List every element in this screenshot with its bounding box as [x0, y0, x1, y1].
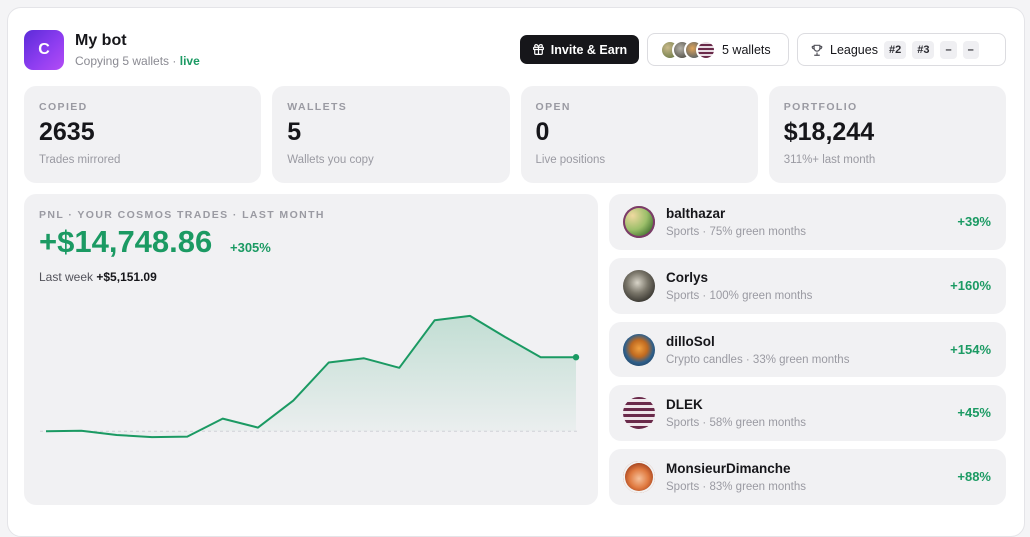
wallet-percent: +45% — [957, 405, 991, 421]
header: C My bot Copying 5 wallets · live Invite… — [24, 28, 1006, 72]
pnl-percent: +305% — [230, 240, 271, 255]
stat-value: 2635 — [39, 118, 95, 146]
wallet-avatar-stack — [660, 39, 716, 60]
league-pill[interactable]: #3 — [912, 40, 935, 59]
stat-card-copied: COPIED 2635 Trades mirrored — [24, 86, 262, 183]
stat-value: 0 — [535, 118, 550, 146]
wallet-avatar — [623, 269, 655, 302]
wallet-row[interactable]: balthazar Sports · 75% green months +39% — [609, 194, 1006, 250]
league-pill[interactable]: – — [962, 40, 979, 59]
wallet-name: dilloSol — [666, 333, 715, 349]
leagues-label: Leagues — [830, 42, 878, 57]
wallet-avatar — [623, 461, 655, 494]
chart-end-dot[interactable] — [572, 354, 580, 361]
stat-sub: Trades mirrored — [39, 154, 121, 166]
pnl-label: PNL · YOUR COSMOS TRADES · LAST MONTH — [39, 209, 325, 221]
wallets-button[interactable]: 5 wallets — [647, 33, 789, 66]
stat-label: OPEN — [535, 101, 571, 113]
trophy-icon — [811, 44, 823, 56]
stat-value: $18,244 — [783, 118, 875, 146]
invite-earn-label: Invite & Earn — [550, 42, 628, 57]
chart-area — [46, 315, 576, 438]
wallet-percent: +88% — [957, 469, 991, 485]
subtitle-separator: · — [172, 54, 177, 68]
wallet-percent: +39% — [957, 214, 991, 229]
wallet-avatar — [623, 397, 655, 430]
pnl-panel: PNL · YOUR COSMOS TRADES · LAST MONTH +$… — [24, 194, 598, 505]
wallet-row[interactable]: dilloSol Crypto candles · 33% green mont… — [609, 321, 1006, 378]
bot-subtitle: Copying 5 wallets · live — [75, 54, 200, 68]
bot-subtitle-text: Copying 5 wallets — [75, 54, 170, 68]
pnl-value: +$14,748.86 — [39, 224, 213, 259]
bot-avatar[interactable]: C — [24, 30, 64, 70]
stat-card-wallets: WALLETS 5 Wallets you copy — [272, 86, 510, 183]
stat-label: WALLETS — [287, 101, 348, 113]
wallet-list: balthazar Sports · 75% green months +39%… — [609, 194, 1006, 505]
wallet-name: Corlys — [666, 269, 709, 285]
wallet-avatar — [623, 206, 655, 238]
wallet-row[interactable]: DLEK Sports · 58% green months +45% — [609, 385, 1006, 442]
stats-row: COPIED 2635 Trades mirrored WALLETS 5 Wa… — [24, 86, 1006, 183]
stat-value: 5 — [287, 118, 302, 146]
wallet-avatar-mini — [696, 39, 716, 60]
stat-sub: 311%+ last month — [783, 154, 876, 166]
dashboard-card: C My bot Copying 5 wallets · live Invite… — [7, 7, 1025, 537]
wallet-name: balthazar — [666, 206, 726, 221]
gift-icon — [532, 44, 544, 55]
bot-avatar-letter: C — [38, 41, 50, 58]
wallet-percent: +160% — [950, 277, 991, 293]
stat-label: COPIED — [39, 101, 88, 113]
league-pill[interactable]: – — [940, 40, 957, 59]
last-week-value: +$5,151.09 — [96, 270, 157, 284]
wallet-name: MonsieurDimanche — [666, 461, 791, 477]
stat-label: PORTFOLIO — [783, 101, 858, 113]
league-pill[interactable]: #2 — [883, 40, 907, 59]
live-status: live — [179, 54, 200, 68]
wallet-sub: Sports · 58% green months — [666, 417, 806, 430]
wallet-avatar — [623, 333, 655, 366]
leagues-button[interactable]: Leagues #2 #3 – – — [797, 33, 1006, 66]
pnl-last-week: Last week +$5,151.09 — [39, 270, 157, 284]
invite-earn-button[interactable]: Invite & Earn — [520, 35, 639, 64]
wallet-sub: Crypto candles · 33% green months — [666, 353, 850, 366]
stat-card-open: OPEN 0 Live positions — [520, 86, 758, 183]
bot-name: My bot — [75, 32, 127, 49]
wallet-sub: Sports · 83% green months — [666, 481, 806, 494]
wallet-sub: Sports · 100% green months — [666, 289, 813, 302]
stat-sub: Live positions — [535, 154, 606, 166]
wallet-row[interactable]: Corlys Sports · 100% green months +160% — [609, 257, 1006, 314]
wallets-label: 5 wallets — [722, 42, 771, 57]
wallet-name: DLEK — [666, 397, 703, 413]
wallet-percent: +154% — [950, 341, 991, 357]
last-week-label: Last week — [39, 270, 94, 284]
wallet-sub: Sports · 75% green months — [666, 226, 806, 238]
stat-sub: Wallets you copy — [287, 154, 374, 166]
stat-card-portfolio: PORTFOLIO $18,244 311%+ last month — [768, 86, 1006, 183]
wallet-row[interactable]: MonsieurDimanche Sports · 83% green mont… — [609, 449, 1006, 505]
